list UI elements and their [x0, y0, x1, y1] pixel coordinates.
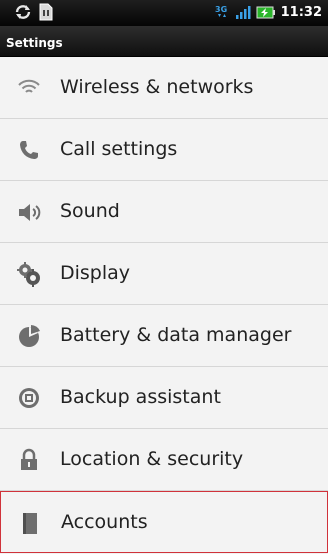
status-bar-right: 3G 11:32 [214, 3, 322, 21]
backup-icon [19, 388, 39, 408]
page-title: Settings [6, 36, 63, 50]
status-time: 11:32 [280, 4, 322, 20]
settings-item-label: Display [60, 262, 131, 284]
accounts-icon [23, 513, 37, 534]
settings-item-label: Location & security [60, 448, 244, 470]
display-gear-icon [17, 262, 40, 287]
settings-item-location-security[interactable]: Location & security [0, 429, 328, 491]
speaker-icon [19, 204, 41, 221]
svg-text:3G: 3G [215, 5, 227, 14]
settings-item-sound[interactable]: Sound [0, 181, 328, 243]
settings-item-backup-assistant[interactable]: Backup assistant [0, 367, 328, 429]
network-3g-icon: 3G [215, 5, 227, 17]
sync-icon [15, 5, 31, 19]
phone-icon [20, 141, 38, 159]
settings-item-label: Battery & data manager [60, 324, 292, 346]
settings-item-battery-data-manager[interactable]: Battery & data manager [0, 305, 328, 367]
pie-chart-icon [19, 325, 40, 347]
settings-item-label: Accounts [61, 511, 148, 533]
settings-item-display[interactable]: Display [0, 243, 328, 305]
sim-card-icon [39, 3, 53, 21]
settings-item-label: Backup assistant [60, 386, 221, 408]
battery-charging-icon [256, 6, 275, 19]
settings-list: Wireless & networks Call settings Sound [0, 57, 328, 553]
settings-item-accounts[interactable]: Accounts [0, 491, 328, 553]
settings-item-label: Wireless & networks [60, 76, 254, 98]
settings-item-label: Call settings [60, 138, 178, 160]
status-bar: 3G 11:32 [0, 0, 328, 26]
settings-item-label: Sound [60, 200, 120, 222]
signal-strength-icon [235, 6, 251, 19]
lock-icon [21, 448, 37, 470]
status-bar-left [14, 3, 54, 21]
settings-item-call-settings[interactable]: Call settings [0, 119, 328, 181]
title-bar: Settings [0, 26, 328, 57]
wifi-icon [18, 79, 40, 93]
settings-item-wireless-networks[interactable]: Wireless & networks [0, 57, 328, 119]
